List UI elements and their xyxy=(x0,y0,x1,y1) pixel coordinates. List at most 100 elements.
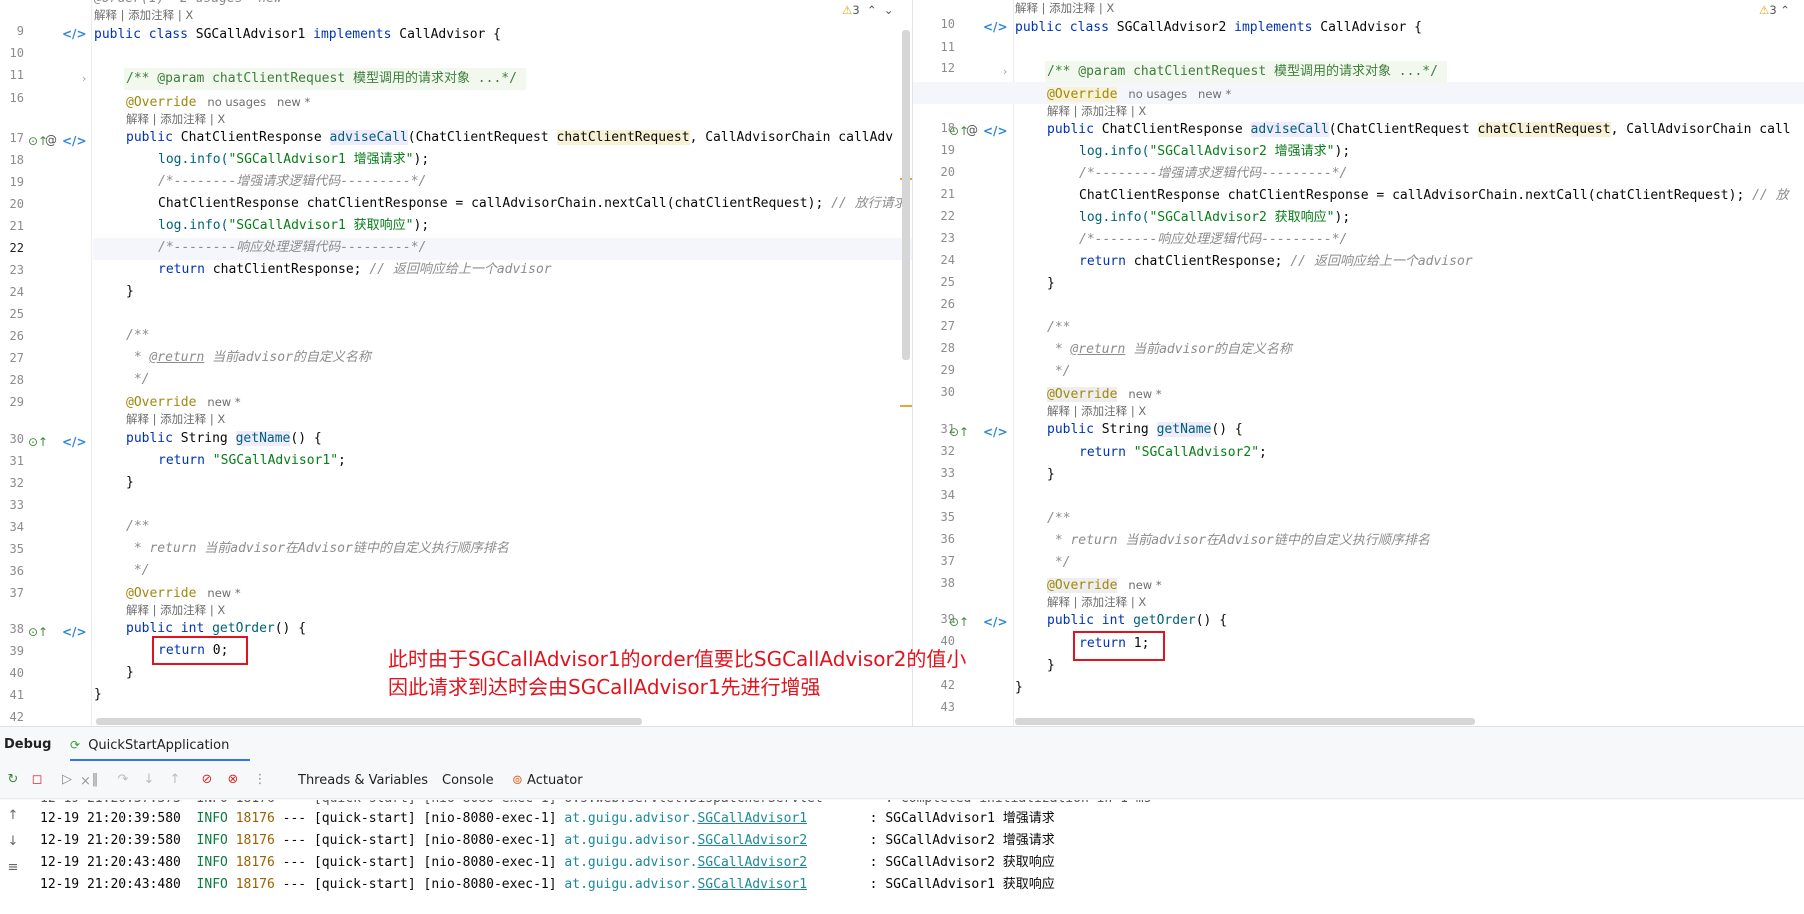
horizontal-scrollbar[interactable] xyxy=(1015,718,1475,725)
override-at-icon[interactable]: @ xyxy=(45,133,57,147)
code-vision-icon[interactable]: </> xyxy=(983,615,1008,629)
override-at-icon[interactable]: @ xyxy=(966,123,978,137)
code-vision-icon[interactable]: </> xyxy=(62,134,87,148)
scroll-down-icon[interactable]: ↓ xyxy=(4,834,22,849)
line-number: 22 xyxy=(940,209,955,223)
class-declaration: public class SGCallAdvisor1 implements C… xyxy=(94,27,502,42)
tab-actuator[interactable]: ⊚ Actuator xyxy=(512,763,583,799)
code-vision-icon[interactable]: </> xyxy=(983,425,1008,439)
code-vision-icon[interactable]: </> xyxy=(62,27,87,41)
line-number: 28 xyxy=(940,341,955,355)
doc-open: /** xyxy=(126,328,150,343)
rerun-icon[interactable]: ↻ xyxy=(4,771,22,789)
line-number: 32 xyxy=(940,444,955,458)
line-number: 42 xyxy=(940,678,955,692)
line-number: 35 xyxy=(9,542,24,556)
warning-indicator[interactable]: ⚠3 ⌃ xyxy=(1759,3,1790,17)
override-annotation: @Override new * xyxy=(126,586,241,601)
resume-icon[interactable]: ▷ xyxy=(58,771,76,789)
step-into-icon[interactable]: ↓ xyxy=(140,771,158,789)
doc-close: */ xyxy=(126,372,150,387)
close-brace: } xyxy=(126,665,134,680)
vertical-scrollbar[interactable] xyxy=(902,30,910,360)
inlay-hint-actions[interactable]: 解释 | 添加注释 | X xyxy=(1015,1,1114,15)
line-number: 40 xyxy=(9,666,24,680)
line-number: 24 xyxy=(940,253,955,267)
horizontal-scrollbar[interactable] xyxy=(96,718,642,725)
getname-signature: public String getName() { xyxy=(126,431,322,446)
tab-console[interactable]: Console xyxy=(442,763,494,799)
inlay-hint-actions[interactable]: 解释 | 添加注释 | X xyxy=(126,412,225,426)
code-vision-icon[interactable]: </> xyxy=(62,625,87,639)
return-response-line: return chatClientResponse; // 返回响应给上一个ad… xyxy=(1079,254,1473,269)
advise-call-signature: public ChatClientResponse adviseCall(Cha… xyxy=(1047,122,1791,137)
advise-call-signature: public ChatClientResponse adviseCall(Cha… xyxy=(126,130,894,145)
inlay-hint-actions[interactable]: 解释 | 添加注释 | X xyxy=(1047,404,1146,418)
override-annotation: @Override new * xyxy=(1047,387,1162,402)
debug-tool-window[interactable]: Debug ⟳ QuickStartApplication × ↻ ◻ ▷ ‖ … xyxy=(0,726,1804,914)
line-number: 21 xyxy=(9,219,24,233)
inlay-hint-actions[interactable]: 解释 | 添加注释 | X xyxy=(1047,104,1146,118)
implements-icon[interactable]: ⊙↑ xyxy=(28,625,48,639)
comment-line: /*--------响应处理逻辑代码---------*/ xyxy=(158,240,427,255)
line-number: 36 xyxy=(940,532,955,546)
fold-arrow-icon[interactable]: › xyxy=(82,72,86,85)
console-output[interactable]: ↑ ↓ ≡ 12-19 21:20:37:373 INFO 18176 --- … xyxy=(0,800,1804,914)
line-number: 11 xyxy=(940,40,955,54)
implements-icon[interactable]: ⊙↑ xyxy=(949,615,969,629)
pause-icon[interactable]: ‖ xyxy=(86,771,104,789)
comment-line: /*--------增强请求逻辑代码---------*/ xyxy=(1079,166,1348,181)
spring-app-icon: ⟳ xyxy=(70,738,81,752)
line-number: 31 xyxy=(9,454,24,468)
doc-open: /** xyxy=(1047,320,1071,335)
code-vision-icon[interactable]: </> xyxy=(983,20,1008,34)
next-call-line: ChatClientResponse chatClientResponse = … xyxy=(1079,188,1789,203)
left-editor[interactable]: 9 10 11 16 17 18 19 20 21 22 23 24 25 26… xyxy=(0,0,912,726)
inlay-hint-actions[interactable]: 解释 | 添加注释 | X xyxy=(94,8,193,22)
soft-wrap-icon[interactable]: ≡ xyxy=(4,860,22,875)
doc-comment-folded[interactable]: /** @param chatClientRequest 模型调用的请求对象 .… xyxy=(126,68,517,90)
implements-icon[interactable]: ⊙↑ xyxy=(28,435,48,449)
more-icon[interactable]: ⋮ xyxy=(251,771,269,789)
doc-comment-folded[interactable]: /** @param chatClientRequest 模型调用的请求对象 .… xyxy=(1047,61,1438,83)
override-annotation: @Override new * xyxy=(126,395,241,410)
right-gutter[interactable]: 10 11 12 17 18 19 20 21 22 23 24 25 26 2… xyxy=(913,0,1014,726)
step-out-icon[interactable]: ↑ xyxy=(166,771,184,789)
highlight-box-order-0 xyxy=(152,636,248,665)
line-number: 16 xyxy=(9,91,24,105)
line-number: 38 xyxy=(940,576,955,590)
scroll-marker xyxy=(900,405,912,407)
scroll-up-icon[interactable]: ↑ xyxy=(4,808,22,823)
inlay-hint-actions[interactable]: 解释 | 添加注释 | X xyxy=(126,112,225,126)
line-number: 25 xyxy=(9,307,24,321)
step-over-icon[interactable]: ↷ xyxy=(114,771,132,789)
mute-breakpoints-icon[interactable]: ⊗ xyxy=(224,771,242,789)
inlay-hint-actions[interactable]: 解释 | 添加注释 | X xyxy=(126,603,225,617)
stop-icon[interactable]: ◻ xyxy=(28,771,46,789)
doc-open: /** xyxy=(126,519,150,534)
implements-icon[interactable]: ⊙↑ xyxy=(949,425,969,439)
close-brace: } xyxy=(126,284,134,299)
inlay-hint-actions[interactable]: 解释 | 添加注释 | X xyxy=(1047,595,1146,609)
warning-indicator[interactable]: ⚠3 ⌃ ⌄ xyxy=(842,3,894,17)
overlay-note-line2: 因此请求到达时会由SGCallAdvisor1先进行增强 xyxy=(388,675,821,699)
log-response-line: log.info("SGCallAdvisor1 获取响应"); xyxy=(158,218,430,233)
override-annotation: @Override no usages new * xyxy=(126,95,311,110)
line-number: 29 xyxy=(9,395,24,409)
breakpoints-icon[interactable]: ⊘ xyxy=(198,771,216,789)
line-number: 27 xyxy=(9,351,24,365)
fold-arrow-icon[interactable]: › xyxy=(1003,65,1007,78)
line-number: 35 xyxy=(940,510,955,524)
console-line: 12-19 21:20:43:480 INFO 18176 --- [quick… xyxy=(40,855,1055,870)
code-vision-icon[interactable]: </> xyxy=(62,435,87,449)
left-gutter[interactable]: 9 10 11 16 17 18 19 20 21 22 23 24 25 26… xyxy=(0,0,92,726)
tab-threads-variables[interactable]: Threads & Variables xyxy=(298,763,428,799)
right-editor[interactable]: 10 11 12 17 18 19 20 21 22 23 24 25 26 2… xyxy=(912,0,1804,726)
class-close-brace: } xyxy=(94,687,102,702)
code-vision-icon[interactable]: </> xyxy=(983,124,1008,138)
line-number: 25 xyxy=(940,275,955,289)
session-tab[interactable]: ⟳ QuickStartApplication × xyxy=(70,727,250,789)
line-number: 39 xyxy=(9,644,24,658)
line-number: 37 xyxy=(940,554,955,568)
line-number: 43 xyxy=(940,700,955,714)
